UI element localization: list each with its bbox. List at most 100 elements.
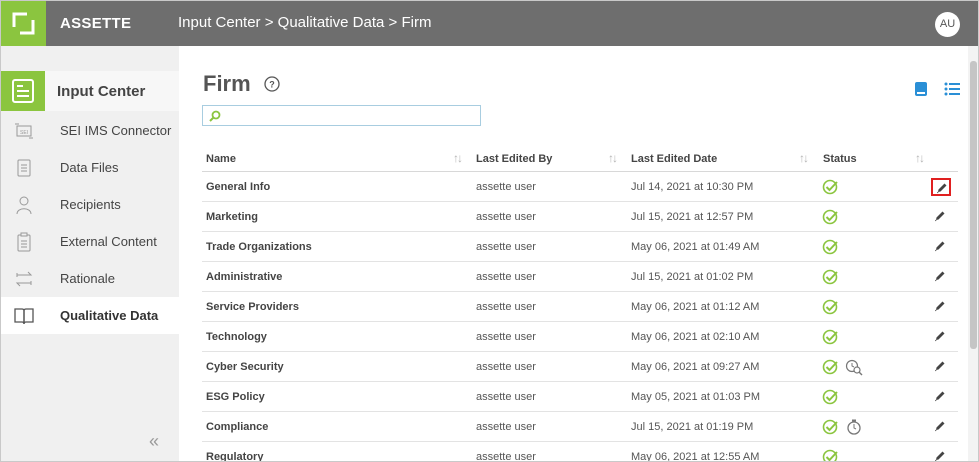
pencil-icon (935, 301, 945, 312)
file-icon (17, 159, 31, 177)
pencil-icon (935, 241, 945, 252)
edit-button[interactable] (931, 418, 951, 436)
page-title: Firm (203, 71, 251, 96)
svg-text:?: ? (269, 80, 275, 90)
row-last-edited-date: Jul 14, 2021 at 10:30 PM (631, 181, 754, 193)
sidebar-item-data-files[interactable]: Data Files (1, 149, 179, 186)
table-row[interactable]: Cyber Security assette user May 06, 2021 a… (202, 352, 958, 382)
row-last-edited-by: assette user (476, 451, 536, 462)
status-complete-icon (822, 419, 838, 435)
avatar[interactable]: AU (935, 12, 960, 37)
sidebar-item-recipients[interactable]: Recipients (1, 186, 179, 223)
table-row[interactable]: Compliance assette user Jul 15, 2021 at 01… (202, 412, 958, 442)
row-name[interactable]: Compliance (206, 421, 268, 433)
search-box[interactable] (202, 105, 481, 126)
pencil-icon (937, 183, 947, 194)
pencil-icon (935, 271, 945, 282)
sort-icon[interactable]: ↑↓ (608, 151, 618, 165)
sidebar-item-sei-ims-connector[interactable]: SEI SEI IMS Connector (1, 112, 179, 149)
sidebar: Input Center SEI SEI IMS Connector Data … (1, 46, 179, 461)
row-name[interactable]: General Info (206, 181, 270, 193)
row-name[interactable]: Service Providers (206, 301, 299, 313)
edit-button[interactable] (931, 208, 951, 226)
sidebar-item-label: Recipients (60, 197, 121, 212)
table-row[interactable]: Marketing assette user Jul 15, 2021 at 12:… (202, 202, 958, 232)
sidebar-item-label: Data Files (60, 160, 119, 175)
row-last-edited-date: May 06, 2021 at 01:49 AM (631, 241, 760, 253)
pencil-icon (935, 361, 945, 372)
review-icon[interactable] (845, 358, 863, 376)
row-last-edited-by: assette user (476, 211, 536, 223)
row-last-edited-date: May 06, 2021 at 12:55 AM (631, 451, 760, 462)
sidebar-item-rationale[interactable]: Rationale (1, 260, 179, 297)
table-row[interactable]: Trade Organizations assette user May 06, 2… (202, 232, 958, 262)
row-last-edited-by: assette user (476, 331, 536, 343)
row-name[interactable]: Administrative (206, 271, 282, 283)
card-view-icon[interactable] (914, 81, 928, 97)
top-bar: ASSETTE Input Center > Qualitative Data … (1, 1, 978, 46)
svg-text:SEI: SEI (20, 130, 28, 136)
row-name[interactable]: ESG Policy (206, 391, 265, 403)
table-row[interactable]: Administrative assette user Jul 15, 2021 a… (202, 262, 958, 292)
table-row[interactable]: Regulatory assette user May 06, 2021 at 12… (202, 442, 958, 462)
row-name[interactable]: Cyber Security (206, 361, 284, 373)
row-last-edited-date: Jul 15, 2021 at 01:19 PM (631, 421, 754, 433)
sort-icon[interactable]: ↑↓ (453, 151, 463, 165)
breadcrumb[interactable]: Input Center > Qualitative Data > Firm (178, 14, 431, 31)
edit-button[interactable] (931, 238, 951, 256)
pencil-icon (935, 421, 945, 432)
column-header-status[interactable]: Status (823, 153, 857, 165)
sidebar-item-label: External Content (60, 234, 157, 249)
row-last-edited-date: May 05, 2021 at 01:03 PM (631, 391, 761, 403)
timer-icon[interactable] (845, 418, 863, 436)
edit-button[interactable] (931, 448, 951, 461)
logo[interactable] (1, 1, 46, 46)
edit-button[interactable] (931, 388, 951, 406)
sidebar-item-external-content[interactable]: External Content (1, 223, 179, 260)
pencil-icon (935, 211, 945, 222)
row-last-edited-date: Jul 15, 2021 at 12:57 PM (631, 211, 754, 223)
column-header-name[interactable]: Name (206, 153, 236, 165)
sidebar-item-label: Rationale (60, 271, 115, 286)
edit-button[interactable] (931, 268, 951, 286)
row-name[interactable]: Regulatory (206, 451, 263, 461)
edit-button[interactable] (931, 298, 951, 316)
table-row[interactable]: General Info assette user Jul 14, 2021 at … (202, 172, 958, 202)
status-complete-icon (822, 359, 838, 375)
sidebar-item-qualitative-data[interactable]: Qualitative Data (1, 297, 179, 334)
table-row[interactable]: Service Providers assette user May 06, 202… (202, 292, 958, 322)
scrollbar-thumb[interactable] (970, 61, 977, 349)
table-row[interactable]: ESG Policy assette user May 05, 2021 at 01… (202, 382, 958, 412)
pencil-icon (935, 391, 945, 402)
status-complete-icon (822, 329, 838, 345)
collapse-sidebar-icon[interactable]: « (149, 431, 159, 452)
search-input[interactable] (225, 108, 475, 123)
book-icon (14, 308, 34, 325)
edit-button[interactable] (931, 178, 951, 196)
pencil-icon (935, 331, 945, 342)
help-icon[interactable]: ? (264, 76, 280, 92)
edit-button[interactable] (931, 328, 951, 346)
edit-button[interactable] (931, 358, 951, 376)
sort-icon[interactable]: ↑↓ (799, 151, 809, 165)
logo-icon (12, 12, 35, 35)
list-view-icon[interactable] (944, 81, 960, 97)
row-last-edited-by: assette user (476, 391, 536, 403)
row-last-edited-date: Jul 15, 2021 at 01:02 PM (631, 271, 754, 283)
column-header-last-edited-by[interactable]: Last Edited By (476, 153, 552, 165)
sort-icon[interactable]: ↑↓ (915, 151, 925, 165)
input-center-icon (1, 71, 45, 111)
sidebar-header[interactable]: Input Center (1, 71, 179, 111)
status-complete-icon (822, 299, 838, 315)
connector-icon: SEI (15, 123, 33, 139)
row-name[interactable]: Technology (206, 331, 267, 343)
app-window: ASSETTE Input Center > Qualitative Data … (0, 0, 979, 462)
row-name[interactable]: Trade Organizations (206, 241, 312, 253)
brand-name: ASSETTE (60, 15, 132, 32)
column-header-last-edited-date[interactable]: Last Edited Date (631, 153, 717, 165)
arrows-icon (15, 271, 33, 287)
table-row[interactable]: Technology assette user May 06, 2021 at 02… (202, 322, 958, 352)
row-last-edited-date: May 06, 2021 at 02:10 AM (631, 331, 760, 343)
search-icon (209, 110, 221, 122)
row-name[interactable]: Marketing (206, 211, 258, 223)
